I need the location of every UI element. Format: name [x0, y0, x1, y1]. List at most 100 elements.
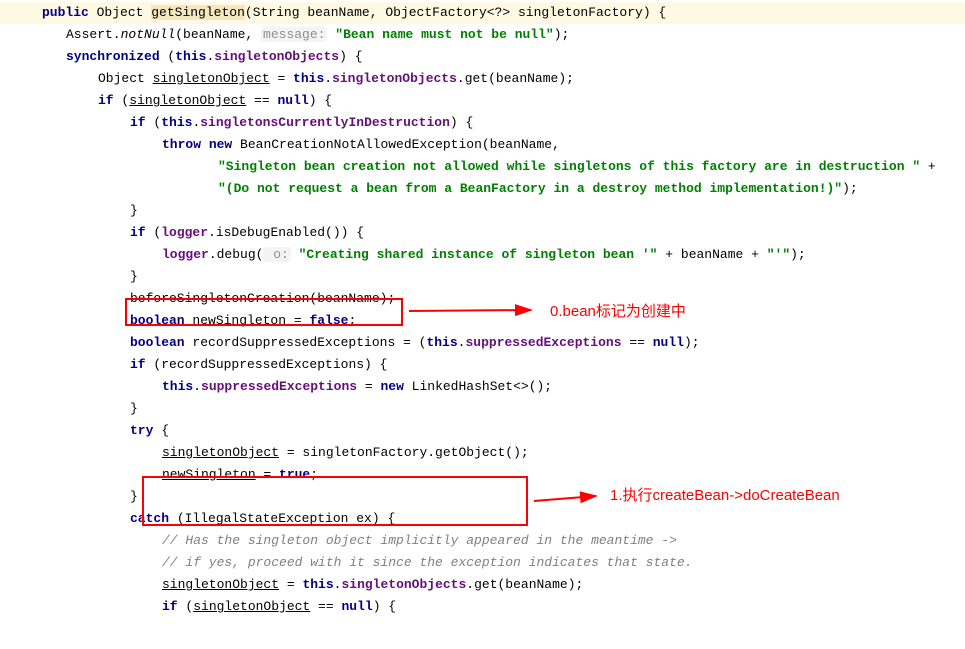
keyword-if: if	[98, 93, 114, 108]
local-var: singletonObject	[162, 577, 279, 592]
param-hint: o:	[263, 247, 290, 262]
text: =	[270, 71, 293, 86]
paren: (String beanName, ObjectFactory<?> singl…	[245, 5, 666, 20]
param-hint: message:	[261, 27, 327, 42]
code-line: if (logger.isDebugEnabled()) {	[0, 222, 965, 244]
local-var: singletonObject	[129, 93, 246, 108]
field-ref: suppressedExceptions	[201, 379, 357, 394]
keyword-new: new	[209, 137, 232, 152]
keyword-catch: catch	[130, 511, 169, 526]
text: {	[153, 423, 169, 438]
string-literal: "'"	[767, 247, 790, 262]
keyword-this: this	[426, 335, 457, 350]
keyword-this: this	[293, 71, 324, 86]
code-line: Assert.notNull(beanName, message: "Bean …	[0, 24, 965, 46]
brace: }	[130, 489, 138, 504]
comment: // if yes, proceed with it since the exc…	[162, 555, 693, 570]
text: .	[324, 71, 332, 86]
code-line: singletonObject = this.singletonObjects.…	[0, 574, 965, 596]
field-ref: logger	[162, 247, 209, 262]
code-line: synchronized (this.singletonObjects) {	[0, 46, 965, 68]
keyword-this: this	[175, 49, 206, 64]
string-literal: "Bean name must not be null"	[335, 27, 553, 42]
text: ) {	[309, 93, 332, 108]
keyword-this: this	[302, 577, 333, 592]
comment: // Has the singleton object implicitly a…	[162, 533, 677, 548]
method-name: getSingleton	[151, 5, 245, 20]
text: );	[842, 181, 858, 196]
text: + beanName +	[658, 247, 767, 262]
code-line: boolean recordSuppressedExceptions = (th…	[0, 332, 965, 354]
code-line: "(Do not request a bean from a BeanFacto…	[0, 178, 965, 200]
keyword-public: public	[42, 5, 89, 20]
text: Assert.	[66, 27, 121, 42]
keyword-synchronized: synchronized	[66, 49, 160, 64]
code-line: throw new BeanCreationNotAllowedExceptio…	[0, 134, 965, 156]
field-ref: singletonObjects	[214, 49, 339, 64]
text: LinkedHashSet<>();	[404, 379, 552, 394]
text: =	[286, 313, 309, 328]
keyword-throw: throw	[162, 137, 201, 152]
text: );	[554, 27, 570, 42]
field-ref: logger	[161, 225, 208, 240]
keyword-true: true	[279, 467, 310, 482]
keyword-boolean: boolean	[130, 335, 185, 350]
code-line: logger.debug( o: "Creating shared instan…	[0, 244, 965, 266]
text: Object	[98, 71, 153, 86]
text: recordSuppressedExceptions = (	[185, 335, 427, 350]
brace: }	[130, 269, 138, 284]
return-type: Object	[97, 5, 152, 20]
text: (recordSuppressedExceptions) {	[146, 357, 388, 372]
code-line: boolean newSingleton = false;	[0, 310, 965, 332]
string-literal: "Creating shared instance of singleton b…	[291, 247, 658, 262]
code-line: }	[0, 266, 965, 288]
local-var: singletonObject	[153, 71, 270, 86]
keyword-this: this	[161, 115, 192, 130]
text: );	[684, 335, 700, 350]
static-method: notNull	[121, 27, 176, 42]
code-line: catch (IllegalStateException ex) {	[0, 508, 965, 530]
local-var: singletonObject	[193, 599, 310, 614]
keyword-null: null	[653, 335, 684, 350]
keyword-this: this	[162, 379, 193, 394]
code-editor[interactable]: public Object getSingleton(String beanNa…	[0, 0, 965, 626]
text: = singletonFactory.getObject();	[279, 445, 529, 460]
local-var: newSingleton	[162, 467, 256, 482]
text: =	[256, 467, 279, 482]
code-line: public Object getSingleton(String beanNa…	[0, 2, 965, 24]
keyword-if: if	[130, 225, 146, 240]
text: (	[146, 115, 162, 130]
code-line: // if yes, proceed with it since the exc…	[0, 552, 965, 574]
text: (	[146, 225, 162, 240]
code-line: if (recordSuppressedExceptions) {	[0, 354, 965, 376]
keyword-if: if	[130, 357, 146, 372]
text: =	[357, 379, 380, 394]
field-ref: singletonsCurrentlyInDestruction	[200, 115, 450, 130]
annotation-text-2: 1.执行createBean->doCreateBean	[610, 484, 840, 505]
text: ;	[348, 313, 356, 328]
text: ) {	[339, 49, 362, 64]
code-line: if (this.singletonsCurrentlyInDestructio…	[0, 112, 965, 134]
text: .	[193, 379, 201, 394]
code-line: this.suppressedExceptions = new LinkedHa…	[0, 376, 965, 398]
keyword-new: new	[380, 379, 403, 394]
text: );	[790, 247, 806, 262]
code-line: if (singletonObject == null) {	[0, 596, 965, 618]
text: ;	[310, 467, 318, 482]
keyword-if: if	[162, 599, 178, 614]
field-ref: singletonObjects	[341, 577, 466, 592]
text: ==	[622, 335, 653, 350]
code-line: try {	[0, 420, 965, 442]
text: (IllegalStateException ex) {	[169, 511, 395, 526]
text: .isDebugEnabled()) {	[208, 225, 364, 240]
text: (	[160, 49, 176, 64]
keyword-null: null	[277, 93, 308, 108]
text: ==	[246, 93, 277, 108]
local-var: singletonObject	[162, 445, 279, 460]
text: (beanName,	[175, 27, 261, 42]
code-line: newSingleton = true;	[0, 464, 965, 486]
code-line: Object singletonObject = this.singletonO…	[0, 68, 965, 90]
text: (	[114, 93, 130, 108]
code-line: }	[0, 200, 965, 222]
code-line: beforeSingletonCreation(beanName);	[0, 288, 965, 310]
